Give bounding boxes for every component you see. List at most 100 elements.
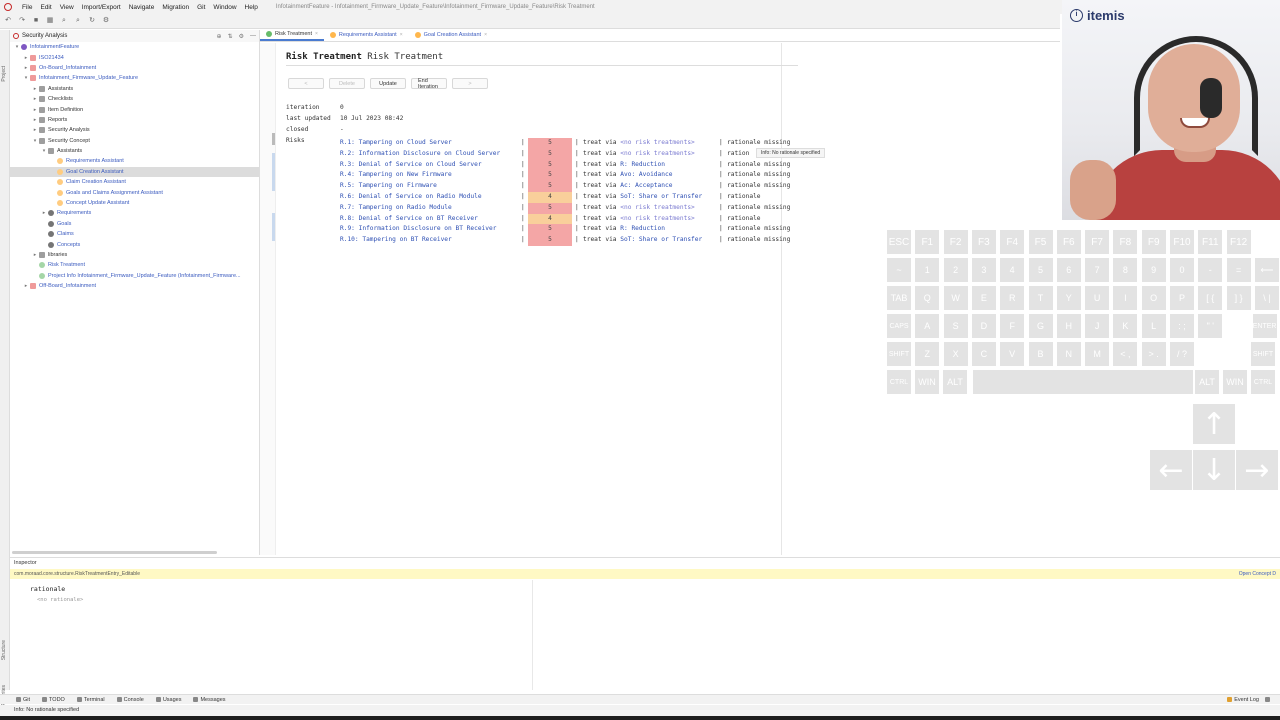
menu-window[interactable]: Window (209, 4, 240, 11)
risk-id[interactable]: R.10: Tampering on BT Receiver (340, 236, 452, 243)
keyboard-key[interactable]: 5 (1028, 258, 1053, 282)
tree-item[interactable]: Goals and Claims Assignment Assistant (10, 187, 259, 197)
tree-item[interactable]: Requirements Assistant (10, 156, 259, 166)
keyboard-key[interactable]: 8 (1113, 258, 1138, 282)
tree-item[interactable]: ▸ Requirements (10, 208, 259, 218)
document-name[interactable]: Risk Treatment (367, 52, 443, 62)
keyboard-key[interactable]: : ; (1170, 314, 1194, 338)
chevron-down-icon[interactable]: ▾ (32, 138, 38, 144)
property-value[interactable]: - (340, 126, 344, 133)
chevron-right-icon[interactable]: ▸ (32, 107, 38, 113)
keyboard-key[interactable]: ALT (1195, 370, 1219, 394)
usages-tab[interactable]: Usages (155, 697, 181, 703)
keyboard-key[interactable]: X (943, 342, 968, 366)
keyboard-key[interactable]: R (1000, 286, 1025, 310)
keyboard-key[interactable]: < , (1113, 342, 1138, 366)
tree-item[interactable]: ▾ Security Concept (10, 136, 259, 146)
collapse-icon[interactable]: ⇅ (228, 33, 233, 40)
keyboard-key[interactable]: F8 (1113, 230, 1138, 254)
close-icon[interactable]: × (315, 31, 318, 37)
tree-item[interactable]: Goals (10, 219, 259, 229)
keyboard-key[interactable]: 3 (971, 258, 996, 282)
risk-id[interactable]: R.9: Information Disclosure on BT Receiv… (340, 225, 496, 232)
property-value[interactable]: 10 Jul 2023 08:42 (340, 115, 403, 122)
rationale-field[interactable]: ration (727, 150, 749, 157)
keyboard-key[interactable]: 9 (1141, 258, 1166, 282)
tree-item[interactable]: ▾ Assistants (10, 146, 259, 156)
treatment-reference[interactable]: Avo: Avoidance (620, 171, 672, 178)
keyboard-key[interactable]: J (1085, 314, 1110, 338)
risk-id[interactable]: R.6: Denial of Service on Radio Module (340, 193, 482, 200)
keyboard-key[interactable]: Q (915, 286, 940, 310)
event-log-tab[interactable]: Event Log (1227, 697, 1259, 703)
keyboard-key[interactable]: 0 (1170, 258, 1194, 282)
treatment-reference[interactable]: <no risk treatments> (620, 139, 695, 146)
close-icon[interactable]: × (484, 32, 487, 38)
keyboard-key[interactable]: F5 (1028, 230, 1053, 254)
redo-icon[interactable]: ↷ (18, 17, 26, 25)
menu-migration[interactable]: Migration (158, 4, 193, 11)
keyboard-key[interactable]: F6 (1056, 230, 1081, 254)
treatment-reference[interactable]: <no risk treatments> (620, 150, 695, 157)
keyboard-key[interactable]: Y (1056, 286, 1081, 310)
chevron-right-icon[interactable]: ▸ (23, 65, 29, 71)
keyboard-key[interactable]: I (1113, 286, 1138, 310)
keyboard-key[interactable]: - (1198, 258, 1223, 282)
save-icon[interactable]: ■ (32, 17, 40, 25)
keyboard-key[interactable]: N (1056, 342, 1081, 366)
refresh-icon[interactable]: ↻ (88, 17, 96, 25)
keyboard-key[interactable]: S (943, 314, 968, 338)
find-usages-icon[interactable]: ⌕ (74, 17, 82, 25)
grid-icon[interactable]: ▦ (46, 17, 54, 25)
keyboard-key[interactable]: F10 (1170, 230, 1194, 254)
keyboard-key[interactable]: H (1056, 314, 1081, 338)
tree-item[interactable]: Claims (10, 229, 259, 239)
keyboard-key[interactable]: U (1085, 286, 1110, 310)
keyboard-key[interactable]: K (1113, 314, 1138, 338)
messages-tab[interactable]: Messages (193, 697, 226, 703)
keyboard-key[interactable]: TAB (887, 286, 911, 310)
chevron-right-icon[interactable]: ▸ (41, 210, 47, 216)
tree-item[interactable]: ▸ Security Analysis (10, 125, 259, 135)
keyboard-key[interactable]: F4 (1000, 230, 1025, 254)
editor-button[interactable]: End Iteration (411, 78, 447, 90)
chevron-right-icon[interactable]: ▸ (32, 117, 38, 123)
keyboard-key[interactable]: \ | (1254, 286, 1279, 310)
editor-button[interactable]: Delete (329, 78, 365, 89)
risk-id[interactable]: R.7: Tampering on Radio Module (340, 204, 452, 211)
keyboard-key[interactable]: E (971, 286, 996, 310)
keyboard-key[interactable]: F11 (1198, 230, 1223, 254)
chevron-down-icon[interactable]: ▾ (14, 44, 20, 50)
close-icon[interactable]: × (400, 32, 403, 38)
keyboard-key[interactable]: ⟵ (1254, 258, 1279, 282)
editor-tab[interactable]: Goal Creation Assistant × (409, 29, 493, 41)
rationale-field[interactable]: rationale missing (727, 161, 790, 168)
rationale-field[interactable]: rationale missing (727, 171, 790, 178)
space-key[interactable] (973, 370, 1193, 394)
menu-file[interactable]: File (18, 4, 36, 11)
keyboard-key[interactable]: M (1085, 342, 1110, 366)
settings-icon[interactable]: ⚙ (239, 33, 244, 40)
keyboard-key[interactable]: ENTER (1252, 314, 1277, 338)
arrow-down-key[interactable]: ↓ (1193, 450, 1235, 490)
editor-button[interactable]: Update (370, 78, 406, 89)
keyboard-key[interactable]: L (1141, 314, 1166, 338)
terminal-tab[interactable]: Terminal (76, 697, 105, 703)
keyboard-key[interactable]: T (1028, 286, 1053, 310)
tree-item[interactable]: Project Info Infotainment_Firmware_Updat… (10, 271, 259, 281)
keyboard-key[interactable]: = (1226, 258, 1251, 282)
keyboard-key[interactable]: V (1000, 342, 1025, 366)
keyboard-key[interactable]: ~ (887, 258, 911, 282)
keyboard-key[interactable]: CAPS (887, 314, 911, 338)
console-tab[interactable]: Console (116, 697, 144, 703)
keyboard-key[interactable]: SHIFT (887, 342, 911, 366)
keyboard-key[interactable]: ] } (1226, 286, 1251, 310)
keyboard-key[interactable]: 2 (943, 258, 968, 282)
keyboard-key[interactable]: P (1170, 286, 1194, 310)
keyboard-key[interactable]: SHIFT (1251, 342, 1275, 366)
keyboard-key[interactable]: 6 (1056, 258, 1081, 282)
tree-item[interactable]: ▸ On-Board_Infotainment (10, 63, 259, 73)
locate-icon[interactable]: ⊕ (217, 33, 222, 40)
tree-item[interactable]: ▸ ISO21434 (10, 52, 259, 62)
tree-item[interactable]: Goal Creation Assistant (10, 166, 259, 178)
